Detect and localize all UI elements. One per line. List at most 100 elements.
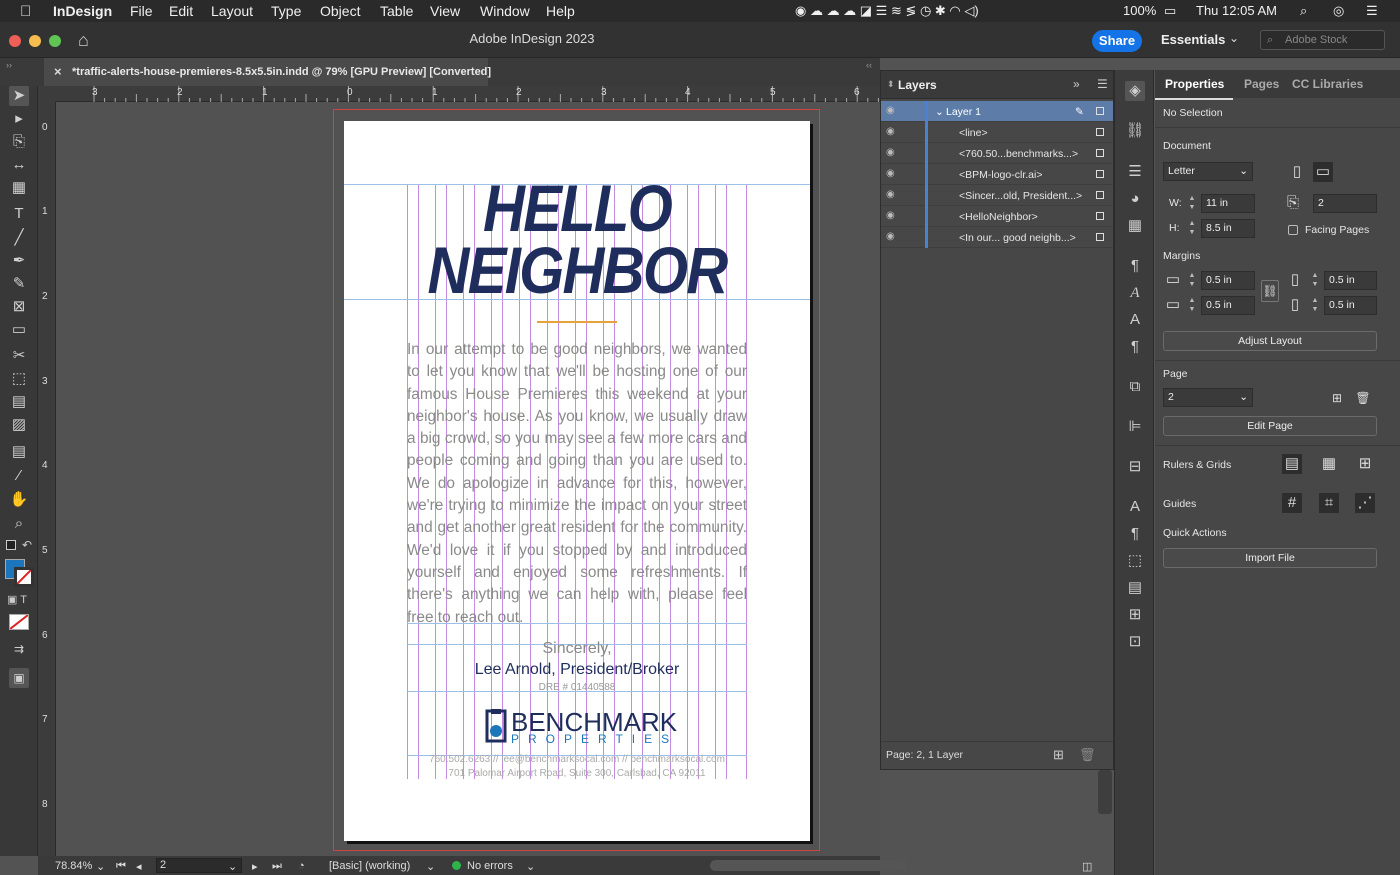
select-square-icon[interactable] bbox=[1096, 149, 1104, 157]
visibility-eye-icon[interactable]: ◉ bbox=[886, 126, 895, 137]
benchmark-logo[interactable]: BENCHMARK PROPERTIES bbox=[485, 707, 677, 746]
line-tool-icon[interactable]: ╱ bbox=[9, 228, 29, 248]
swap-fill-stroke-icon[interactable]: ↶ bbox=[22, 538, 32, 552]
visibility-eye-icon[interactable]: ◉ bbox=[886, 231, 895, 242]
vertical-ruler[interactable]: 0 1 2 3 4 5 6 7 8 bbox=[38, 102, 56, 856]
pencil-tool-icon[interactable]: ✎ bbox=[9, 274, 29, 294]
panel-menu-icon[interactable]: ☰ bbox=[1097, 77, 1108, 91]
document-grid-icon[interactable]: ⊞ bbox=[1355, 454, 1375, 474]
last-page-icon[interactable]: ⏭ bbox=[272, 860, 282, 873]
menu-file[interactable]: File bbox=[130, 3, 153, 19]
tab-pages[interactable]: Pages bbox=[1244, 77, 1279, 91]
page-select[interactable]: 2 ⌄ bbox=[1163, 388, 1253, 407]
align-panel-icon[interactable]: ⊫ bbox=[1125, 417, 1145, 437]
menu-table[interactable]: Table bbox=[380, 3, 413, 19]
rulers-toggle-icon[interactable]: ▤ bbox=[1282, 454, 1302, 474]
width-field[interactable]: 11 in bbox=[1201, 194, 1255, 213]
adobe-stock-search-input[interactable]: ⌕ Adobe Stock bbox=[1260, 30, 1385, 50]
chevron-down-icon[interactable]: ⌄ bbox=[1229, 31, 1239, 45]
ruler-origin[interactable] bbox=[38, 86, 56, 102]
spotlight-search-icon[interactable]: ⌕ bbox=[1300, 3, 1307, 19]
zoom-level[interactable]: 78.84% bbox=[55, 860, 92, 872]
visibility-eye-icon[interactable]: ◉ bbox=[886, 105, 895, 116]
link-margins-icon[interactable]: ⛓ bbox=[1261, 280, 1279, 302]
previous-page-icon[interactable]: ◂ bbox=[136, 860, 142, 873]
direct-selection-tool-icon[interactable]: ▸ bbox=[9, 109, 29, 129]
default-fill-stroke-icon[interactable] bbox=[6, 540, 16, 550]
zoom-tool-icon[interactable]: ⌕ bbox=[9, 514, 29, 534]
eyedropper-tool-icon[interactable]: ⁄ bbox=[9, 466, 29, 486]
color-panel-icon[interactable]: ◕ bbox=[1125, 189, 1145, 209]
visibility-eye-icon[interactable]: ◉ bbox=[886, 168, 895, 179]
rectangle-tool-icon[interactable]: ▭ bbox=[9, 320, 29, 340]
signer-name[interactable]: Lee Arnold, President/Broker bbox=[344, 661, 810, 679]
menu-help[interactable]: Help bbox=[546, 3, 575, 19]
show-guides-icon[interactable]: # bbox=[1282, 493, 1302, 513]
chevron-down-icon[interactable]: ⌄ bbox=[426, 860, 435, 873]
cell-styles-icon[interactable]: ¶ bbox=[1125, 524, 1145, 544]
expand-panel-icon[interactable]: ‹‹ bbox=[866, 60, 872, 70]
formatting-container-icon[interactable]: ▣ T bbox=[7, 593, 27, 606]
select-square-icon[interactable] bbox=[1096, 128, 1104, 136]
document-preset-select[interactable]: Letter ⌄ bbox=[1163, 162, 1253, 181]
stroke-swatch-icon[interactable] bbox=[14, 567, 34, 587]
horizontal-ruler[interactable]: 3 2 1 0 1 2 3 4 5 6 bbox=[56, 86, 880, 102]
close-tab-icon[interactable]: × bbox=[54, 58, 62, 86]
layer-row[interactable]: ◉ ⌄ Layer 1 ✎ bbox=[881, 101, 1113, 122]
menu-view[interactable]: View bbox=[430, 3, 460, 19]
visibility-eye-icon[interactable]: ◉ bbox=[886, 210, 895, 221]
pasteboard[interactable]: HELLO NEIGHBOR In our attempt to be good… bbox=[56, 102, 880, 856]
select-square-icon[interactable] bbox=[1096, 107, 1104, 115]
gradient-swatch-tool-icon[interactable]: ▤ bbox=[9, 392, 29, 412]
hand-tool-icon[interactable]: ✋ bbox=[9, 490, 29, 510]
body-text[interactable]: In our attempt to be good neighbors, we … bbox=[407, 339, 747, 629]
open-page-icon[interactable]: ◔ bbox=[298, 860, 305, 872]
margin-top-stepper-icon[interactable]: ▲ ▼ bbox=[1186, 271, 1198, 290]
pathfinder-panel-icon[interactable]: ⧉ bbox=[1125, 377, 1145, 397]
menubar-clock[interactable]: Thu 12:05 AM bbox=[1196, 3, 1277, 18]
panel-grip-icon[interactable]: ⬍ bbox=[887, 79, 895, 90]
rectangle-frame-tool-icon[interactable]: ⊠ bbox=[9, 297, 29, 317]
chevron-down-icon[interactable]: ⌄ bbox=[228, 860, 237, 873]
gap-tool-icon[interactable]: ↔ bbox=[9, 155, 29, 175]
status-icons[interactable]: ◉ ☁ ☁ ☁ ◪ ☰ ≋ ≶ ◷ ✱ ◠ ◁) bbox=[795, 3, 979, 19]
screen-mode-icon[interactable]: ▣ bbox=[9, 668, 29, 688]
closing-text[interactable]: Sincerely, bbox=[344, 640, 810, 658]
share-button[interactable]: Share bbox=[1092, 30, 1142, 52]
delete-layer-icon[interactable]: 🗑 bbox=[1079, 747, 1096, 763]
layer-item-row[interactable]: ◉ <HelloNeighbor> bbox=[881, 206, 1113, 227]
next-page-icon[interactable]: ▸ bbox=[252, 860, 258, 873]
delete-page-icon[interactable]: 🗑 bbox=[1353, 388, 1373, 408]
document-tab[interactable]: × *traffic-alerts-house-premieres-8.5x5.… bbox=[44, 58, 491, 86]
pages-count-field[interactable]: 2 bbox=[1313, 194, 1377, 213]
workspace-switcher[interactable]: Essentials bbox=[1161, 32, 1225, 47]
split-view-icon[interactable]: ◫ bbox=[1082, 860, 1092, 873]
character-panel-icon[interactable]: A bbox=[1125, 310, 1145, 330]
pen-tool-icon[interactable]: ✒ bbox=[9, 251, 29, 271]
accent-line[interactable] bbox=[537, 321, 617, 323]
add-page-icon[interactable]: ⊞ bbox=[1327, 388, 1347, 408]
disclosure-chevron-icon[interactable]: ⌄ bbox=[935, 106, 944, 118]
chevron-down-icon[interactable]: ⌄ bbox=[526, 860, 535, 873]
stroke-panel-icon[interactable]: ☰ bbox=[1125, 162, 1145, 182]
lock-guides-icon[interactable]: ⌗ bbox=[1319, 493, 1339, 513]
height-field[interactable]: 8.5 in bbox=[1201, 219, 1255, 238]
gradient-feather-tool-icon[interactable]: ▨ bbox=[9, 415, 29, 435]
vertical-scrollbar[interactable] bbox=[1098, 770, 1112, 814]
margin-bottom-field[interactable]: 0.5 in bbox=[1201, 296, 1255, 315]
collapse-icon[interactable]: » bbox=[1073, 77, 1080, 91]
content-collector-icon[interactable]: ▦ bbox=[9, 178, 29, 198]
collapse-panel-icon[interactable]: ›› bbox=[6, 60, 12, 70]
menu-window[interactable]: Window bbox=[480, 3, 530, 19]
glyphs-panel-icon[interactable]: A bbox=[1125, 497, 1145, 517]
first-page-icon[interactable]: ⏮ bbox=[116, 860, 126, 873]
headline[interactable]: HELLO NEIGHBOR bbox=[372, 175, 782, 303]
select-square-icon[interactable] bbox=[1096, 233, 1104, 241]
width-stepper-icon[interactable]: ▲ ▼ bbox=[1186, 194, 1198, 213]
apple-menu-icon[interactable]:  bbox=[20, 3, 31, 20]
tab-properties[interactable]: Properties bbox=[1165, 77, 1224, 91]
baseline-grid-icon[interactable]: ▦ bbox=[1319, 454, 1339, 474]
new-layer-icon[interactable]: ⊞ bbox=[1053, 747, 1064, 763]
text-wrap-panel-icon[interactable]: ⊟ bbox=[1125, 457, 1145, 477]
siri-icon[interactable]: ◎ bbox=[1333, 3, 1344, 19]
